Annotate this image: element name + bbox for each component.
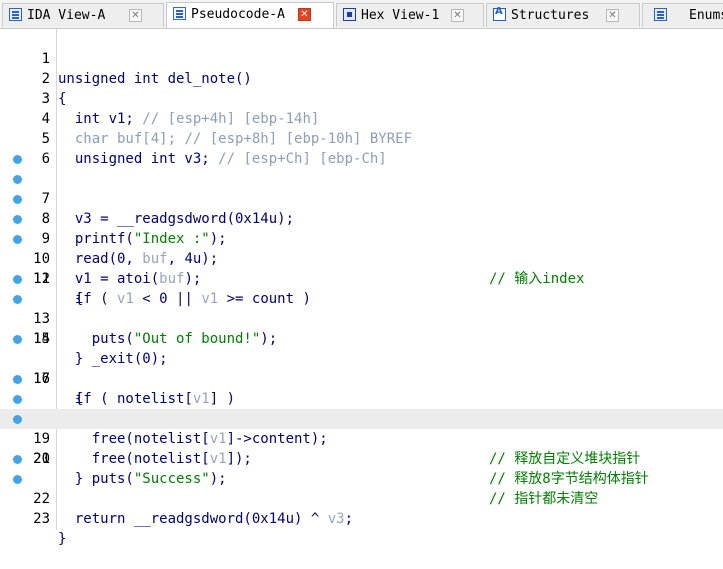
tab-label: Structures xyxy=(511,8,590,23)
code-line[interactable]: 21 } xyxy=(0,429,723,487)
tab-hex-view-1[interactable]: Hex View-1 ✕ xyxy=(336,3,484,27)
code-line[interactable]: 14 _exit(0); xyxy=(0,289,723,367)
code-line[interactable]: 23 } xyxy=(0,469,723,547)
code-text: } xyxy=(58,531,67,547)
tab-label: IDA View-A xyxy=(27,8,106,23)
enums-icon xyxy=(654,8,667,21)
breakpoint-dot[interactable] xyxy=(13,415,22,424)
code-line[interactable]: 6 xyxy=(0,129,723,167)
code-line[interactable]: 18 free(notelist[v1]->content); // 释放自定义… xyxy=(0,369,723,467)
code-line[interactable]: 17 { xyxy=(0,349,723,407)
tab-bar: IDA View-A ✕ Pseudocode-A ✕ Hex View-1 ✕… xyxy=(0,0,723,29)
code-line[interactable]: 9 read(0, buf, 4u); // 输入index xyxy=(0,189,723,287)
tab-label: Pseudocode-A xyxy=(191,7,285,22)
code-text: return __readgsdword(0x14u) ^ v3; xyxy=(58,511,354,527)
code-line[interactable]: 4 char buf[4]; // [esp+8h] [ebp-10h] BYR… xyxy=(0,89,723,147)
code-line[interactable]: 1 unsigned int del_note() xyxy=(0,29,723,87)
ida-view-icon xyxy=(9,8,22,21)
tab-pseudocode-a[interactable]: Pseudocode-A ✕ xyxy=(166,2,334,28)
code-line[interactable]: 5 unsigned int v3; // [esp+Ch] [ebp-Ch] xyxy=(0,109,723,167)
breakpoint-dot[interactable] xyxy=(13,295,22,304)
breakpoint-dot[interactable] xyxy=(13,375,22,384)
tab-label: Hex View-1 xyxy=(361,8,440,23)
breakpoint-dot[interactable] xyxy=(13,195,22,204)
close-icon[interactable]: ✕ xyxy=(451,9,464,22)
code-line[interactable]: 11 if ( v1 < 0 || v1 >= count ) xyxy=(0,229,723,307)
code-line[interactable]: 19 free(notelist[v1]); // 释放8字节结构体指针 xyxy=(0,389,723,487)
tab-label: Enums xyxy=(689,8,723,23)
close-icon[interactable]: ✕ xyxy=(298,8,311,21)
breakpoint-dot[interactable] xyxy=(13,395,22,404)
pseudocode-editor[interactable]: 1 unsigned int del_note() 2 { 3 int v1; … xyxy=(0,29,723,547)
code-line[interactable]: 13 puts("Out of bound!"); xyxy=(0,269,723,347)
close-icon[interactable]: ✕ xyxy=(129,9,142,22)
code-line[interactable]: 10 v1 = atoi(buf); xyxy=(0,209,723,287)
code-comment: // 指针都未清空 xyxy=(489,491,599,507)
code-line[interactable]: 15 } xyxy=(0,309,723,367)
tab-enums[interactable]: Enums xyxy=(642,3,723,27)
hex-view-icon xyxy=(343,8,356,21)
breakpoint-dot[interactable] xyxy=(13,335,22,344)
code-line[interactable]: 8 printf("Index :"); xyxy=(0,169,723,247)
breakpoint-dot[interactable] xyxy=(13,455,22,464)
code-line[interactable]: 12 { xyxy=(0,249,723,307)
breakpoint-dot[interactable] xyxy=(13,215,22,224)
code-line-current[interactable]: 20 puts("Success"); // 指针都未清空 xyxy=(0,409,723,507)
code-line[interactable]: 16 if ( notelist[v1] ) xyxy=(0,329,723,407)
breakpoint-dot[interactable] xyxy=(13,155,22,164)
code-line[interactable]: 2 { xyxy=(0,49,723,107)
code-line[interactable]: 7 v3 = __readgsdword(0x14u); xyxy=(0,149,723,227)
tab-ida-view-a[interactable]: IDA View-A ✕ xyxy=(2,3,164,27)
code-line[interactable]: 22 return __readgsdword(0x14u) ^ v3; xyxy=(0,449,723,527)
breakpoint-dot[interactable] xyxy=(13,235,22,244)
line-number: 23 xyxy=(33,511,50,527)
tab-structures[interactable]: Structures ✕ xyxy=(486,3,640,27)
breakpoint-dot[interactable] xyxy=(13,275,22,284)
pseudocode-icon xyxy=(173,7,186,20)
structures-icon xyxy=(493,6,506,21)
code-line[interactable]: 3 int v1; // [esp+4h] [ebp-14h] xyxy=(0,69,723,127)
breakpoint-dot[interactable] xyxy=(13,175,22,184)
close-icon[interactable]: ✕ xyxy=(606,9,619,22)
breakpoint-dot[interactable] xyxy=(13,475,22,484)
